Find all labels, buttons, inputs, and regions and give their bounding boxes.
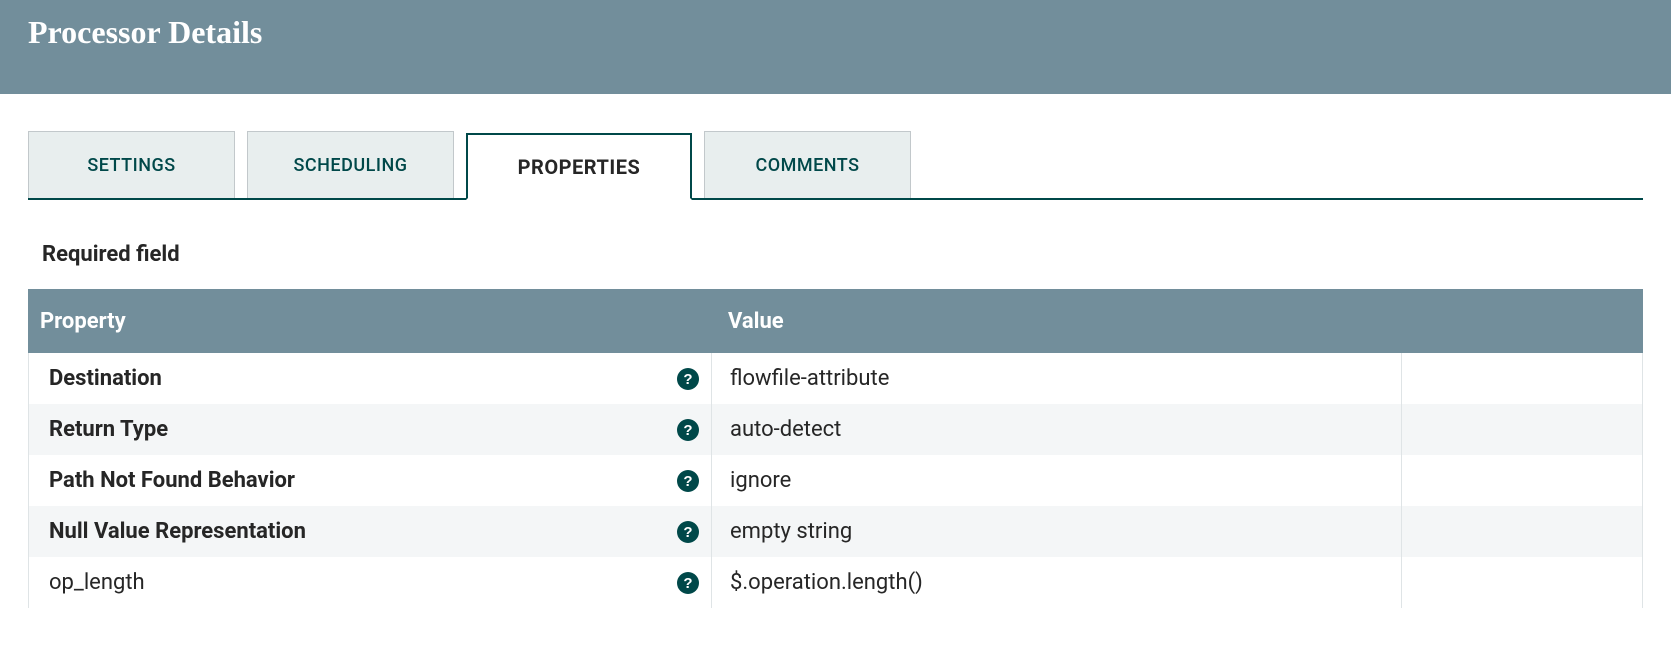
property-value: ignore bbox=[730, 468, 791, 493]
row-pad bbox=[1401, 557, 1643, 608]
required-field-label: Required field bbox=[42, 242, 1643, 267]
property-cell: Path Not Found Behavior? bbox=[29, 455, 711, 506]
property-name: Null Value Representation bbox=[49, 519, 306, 544]
svg-text:?: ? bbox=[683, 575, 692, 592]
property-name: Return Type bbox=[49, 417, 168, 442]
table-row[interactable]: Path Not Found Behavior? ignore bbox=[28, 455, 1643, 506]
svg-text:?: ? bbox=[683, 371, 692, 388]
table-row[interactable]: op_length? $.operation.length() bbox=[28, 557, 1643, 608]
dialog-content: SETTINGS SCHEDULING PROPERTIES COMMENTS … bbox=[0, 94, 1671, 608]
col-header-property: Property bbox=[28, 309, 710, 334]
tab-comments[interactable]: COMMENTS bbox=[704, 131, 911, 198]
row-pad bbox=[1401, 506, 1643, 557]
tab-settings-label: SETTINGS bbox=[87, 155, 175, 176]
dialog-title: Processor Details bbox=[28, 14, 1643, 51]
row-pad bbox=[1401, 353, 1643, 404]
value-cell[interactable]: $.operation.length() bbox=[711, 557, 1401, 608]
value-cell[interactable]: auto-detect bbox=[711, 404, 1401, 455]
value-cell[interactable]: empty string bbox=[711, 506, 1401, 557]
svg-text:?: ? bbox=[683, 524, 692, 541]
property-value: empty string bbox=[730, 519, 852, 544]
properties-table: Property Value Destination? flowfile-attr… bbox=[28, 289, 1643, 608]
property-cell: Destination? bbox=[29, 353, 711, 404]
property-cell: Null Value Representation? bbox=[29, 506, 711, 557]
help-icon[interactable]: ? bbox=[677, 470, 699, 492]
value-cell[interactable]: flowfile-attribute bbox=[711, 353, 1401, 404]
tab-scheduling-label: SCHEDULING bbox=[294, 155, 408, 176]
help-icon[interactable]: ? bbox=[677, 368, 699, 390]
tab-comments-label: COMMENTS bbox=[755, 155, 859, 176]
row-pad bbox=[1401, 404, 1643, 455]
tab-properties-label: PROPERTIES bbox=[518, 155, 641, 179]
tab-properties[interactable]: PROPERTIES bbox=[466, 133, 692, 200]
col-header-value: Value bbox=[710, 309, 1400, 334]
help-icon[interactable]: ? bbox=[677, 572, 699, 594]
property-value: flowfile-attribute bbox=[730, 366, 889, 391]
tab-scheduling[interactable]: SCHEDULING bbox=[247, 131, 454, 198]
table-row[interactable]: Return Type? auto-detect bbox=[28, 404, 1643, 455]
property-value: auto-detect bbox=[730, 417, 841, 442]
property-cell: Return Type? bbox=[29, 404, 711, 455]
tabs-container: SETTINGS SCHEDULING PROPERTIES COMMENTS bbox=[28, 132, 1643, 200]
table-header-row: Property Value bbox=[28, 289, 1643, 353]
property-name: op_length bbox=[49, 570, 145, 595]
property-name: Path Not Found Behavior bbox=[49, 468, 295, 493]
table-row[interactable]: Null Value Representation? empty string bbox=[28, 506, 1643, 557]
row-pad bbox=[1401, 455, 1643, 506]
property-name: Destination bbox=[49, 366, 162, 391]
svg-text:?: ? bbox=[683, 473, 692, 490]
property-cell: op_length? bbox=[29, 557, 711, 608]
tab-settings[interactable]: SETTINGS bbox=[28, 131, 235, 198]
property-value: $.operation.length() bbox=[730, 570, 923, 595]
dialog-header: Processor Details bbox=[0, 0, 1671, 94]
svg-text:?: ? bbox=[683, 422, 692, 439]
help-icon[interactable]: ? bbox=[677, 419, 699, 441]
value-cell[interactable]: ignore bbox=[711, 455, 1401, 506]
table-row[interactable]: Destination? flowfile-attribute bbox=[28, 353, 1643, 404]
help-icon[interactable]: ? bbox=[677, 521, 699, 543]
